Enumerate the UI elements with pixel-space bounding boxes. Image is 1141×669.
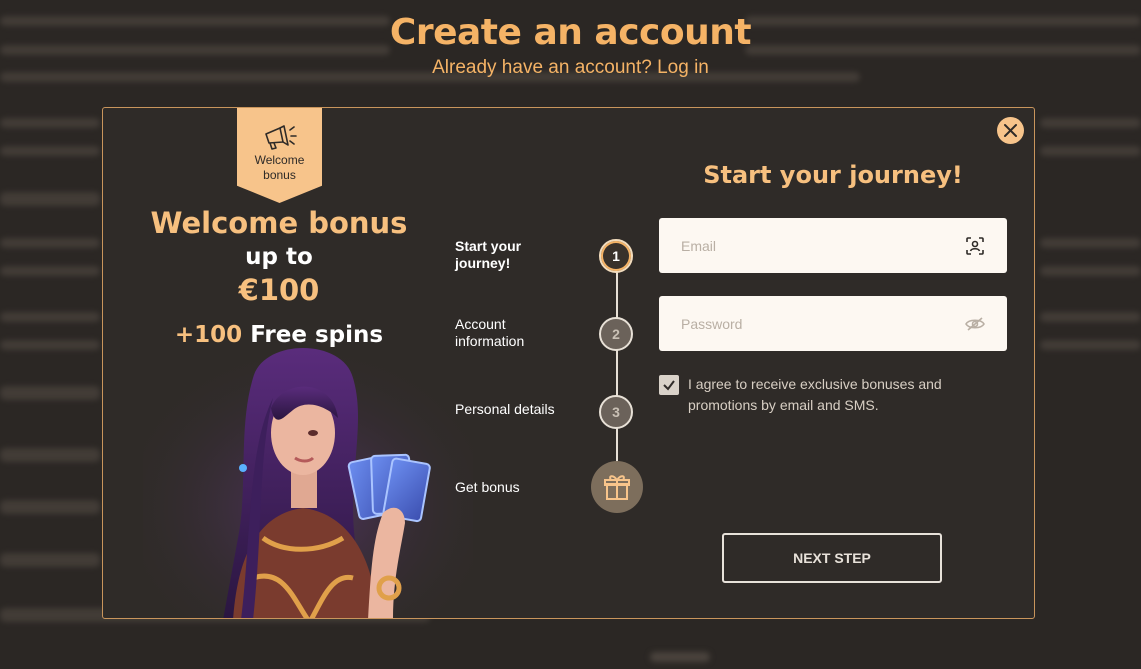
close-button[interactable]: [997, 117, 1024, 144]
password-field[interactable]: [659, 296, 1007, 351]
steps-connector-line: [616, 246, 618, 486]
eye-hidden-icon[interactable]: [965, 316, 985, 332]
form-heading: Start your journey!: [703, 161, 963, 189]
bonus-title: Welcome bonus: [150, 206, 408, 240]
step-label: Account information: [455, 316, 525, 349]
bonus-up-to: up to: [245, 244, 313, 270]
email-input[interactable]: [681, 237, 965, 254]
step-label: Personal details: [455, 401, 555, 417]
sorceress-hero-illustration: [143, 338, 473, 618]
password-input[interactable]: [681, 315, 965, 332]
page-title: Create an account: [389, 12, 752, 53]
megaphone-icon: [264, 125, 297, 150]
close-icon: [1004, 124, 1017, 137]
agree-label: I agree to receive exclusive bonuses and…: [688, 376, 942, 413]
welcome-bonus-ribbon: Welcome bonus: [237, 108, 322, 203]
checkmark-icon: [663, 380, 675, 391]
ribbon-label: Welcome bonus: [254, 153, 305, 182]
step-number: 2: [599, 317, 633, 351]
gift-step-badge: [591, 461, 643, 513]
signup-modal: Welcome bonus Welcome bonus up to €100 +…: [102, 107, 1035, 619]
email-field[interactable]: [659, 218, 1007, 273]
face-scan-icon[interactable]: [965, 236, 985, 256]
blurred-footer-text: [650, 652, 710, 662]
step-number: 1: [599, 239, 633, 273]
gift-icon: [604, 475, 630, 500]
step-number: 3: [599, 395, 633, 429]
step-label: Start your journey!: [455, 238, 522, 271]
next-step-button[interactable]: NEXT STEP: [722, 533, 942, 583]
agree-checkbox[interactable]: [659, 375, 679, 395]
bonus-amount: €100: [238, 273, 320, 307]
step-label: Get bonus: [455, 479, 520, 495]
signup-steps: Start your journey! 1 Account informatio…: [455, 218, 645, 518]
login-link[interactable]: Already have an account? Log in: [0, 57, 1141, 79]
